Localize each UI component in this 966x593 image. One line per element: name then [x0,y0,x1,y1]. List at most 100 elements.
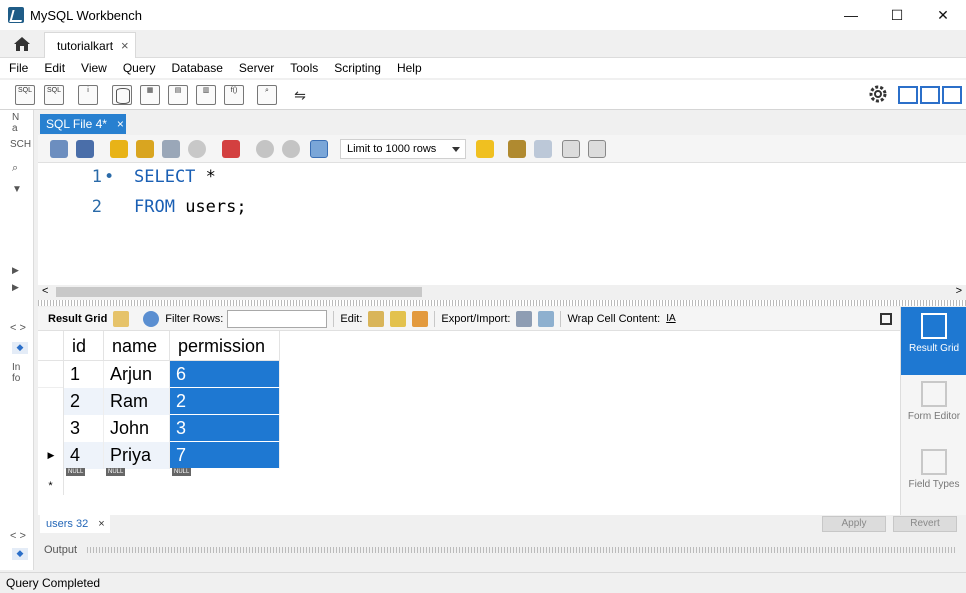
output-splitter[interactable] [87,547,956,553]
table-cell[interactable]: Arjun [104,361,170,388]
stop-icon[interactable] [188,140,206,158]
search-icon[interactable]: ⌕ [12,162,18,175]
create-function-icon[interactable]: f() [224,85,244,105]
execute-statement-icon[interactable] [136,140,154,158]
scroll-arrows-icon[interactable]: < > [10,322,26,334]
null-badge[interactable]: NULL [172,468,192,476]
close-tab-icon[interactable]: × [121,38,129,53]
editor-result-splitter[interactable] [38,300,966,306]
home-button[interactable] [4,30,40,58]
table-cell[interactable]: Priya [104,442,170,469]
create-procedure-icon[interactable]: ▥ [196,85,216,105]
maximize-button[interactable]: ☐ [874,0,920,30]
scroll-arrows-icon[interactable]: < > [10,530,26,542]
row-header[interactable] [38,388,64,415]
open-sql-script-icon[interactable]: SQL [44,85,64,105]
edit-row-icon[interactable] [368,310,385,327]
navigator-sidebar-collapsed[interactable]: N a SCH ⌕ ▼ ▶ ▶ < > ◆ In fo < > ◆ [0,110,34,570]
new-row-marker[interactable]: * [38,477,64,495]
close-tab-icon[interactable]: × [98,518,104,530]
rollback-icon[interactable] [282,140,300,158]
toggle-panel-icon[interactable] [880,312,892,325]
table-cell[interactable]: 1 [64,361,104,388]
invisible-chars-icon[interactable] [562,140,580,158]
sql-editor[interactable]: 1 • SELECT * 2 FROM users; [38,163,966,285]
close-tab-icon[interactable]: × [117,117,124,131]
search-table-data-icon[interactable]: ⌕ [257,85,277,105]
grid-view-icon[interactable] [113,310,130,327]
open-folder-icon[interactable] [50,140,68,158]
new-sql-tab-icon[interactable]: SQL [15,85,35,105]
scroll-right-icon[interactable]: > [956,285,962,297]
settings-gear-icon[interactable] [868,84,888,104]
menu-database[interactable]: Database [164,61,231,75]
sql-file-tab[interactable]: SQL File 4* × [40,114,126,134]
menu-help[interactable]: Help [389,61,430,75]
menu-view[interactable]: View [73,61,115,75]
export-icon[interactable] [516,310,533,327]
delete-row-icon[interactable] [412,310,429,327]
column-header-name[interactable]: name [104,331,170,361]
beautify-icon[interactable] [508,140,526,158]
commit-icon[interactable] [256,140,274,158]
add-snippet-icon[interactable] [476,140,494,158]
result-grid[interactable]: id name permission 1 Arjun 6 2 Ram 2 3 J… [38,331,900,515]
reconnect-icon[interactable]: ⇋ [290,85,310,105]
table-cell[interactable]: John [104,415,170,442]
save-icon[interactable] [76,140,94,158]
scrollbar-thumb[interactable] [56,287,422,297]
form-editor-panel-button[interactable]: Form Editor [901,375,966,443]
table-cell[interactable]: 2 [170,388,280,415]
limit-rows-select[interactable]: Limit to 1000 rows [340,139,466,159]
menu-edit[interactable]: Edit [36,61,73,75]
create-table-icon[interactable]: ▦ [140,85,160,105]
insert-row-icon[interactable] [390,310,407,327]
execute-icon[interactable] [110,140,128,158]
info-toggle-icon[interactable]: ◆ [12,342,28,354]
menu-tools[interactable]: Tools [282,61,326,75]
explain-icon[interactable] [162,140,180,158]
current-row-marker-icon[interactable]: ▶ [38,442,64,469]
toggle-sidebar-icon[interactable] [898,86,918,104]
inspector-icon[interactable]: i [78,85,98,105]
menu-file[interactable]: File [0,61,36,75]
table-cell[interactable]: 2 [64,388,104,415]
column-header-id[interactable]: id [64,331,104,361]
field-types-panel-button[interactable]: Field Types [901,443,966,511]
toggle-error-icon[interactable] [222,140,240,158]
table-cell[interactable]: 6 [170,361,280,388]
table-cell[interactable]: 7 [170,442,280,469]
menu-query[interactable]: Query [115,61,164,75]
result-grid-panel-button[interactable]: Result Grid [901,307,966,375]
menu-server[interactable]: Server [231,61,282,75]
scroll-left-icon[interactable]: < [42,285,48,297]
revert-button[interactable]: Revert [893,516,957,532]
expand-arrow-icon[interactable]: ▼ [12,184,22,195]
import-icon[interactable] [538,310,555,327]
table-cell[interactable]: 3 [170,415,280,442]
filter-rows-input[interactable] [227,309,328,328]
apply-button[interactable]: Apply [822,516,886,532]
output-panel-header[interactable]: Output [38,540,966,560]
editor-horizontal-scrollbar[interactable]: < > [38,285,966,299]
word-wrap-icon[interactable] [588,140,606,158]
table-cell[interactable]: 3 [64,415,104,442]
minimize-button[interactable]: — [828,0,874,30]
autocommit-icon[interactable] [310,140,328,158]
toggle-output-icon[interactable] [920,86,940,104]
create-schema-icon[interactable] [112,85,132,105]
wrap-text-icon[interactable]: IA [666,313,675,324]
toggle-secondary-sidebar-icon[interactable] [942,86,962,104]
collapse-arrow-icon[interactable]: ▶ [12,282,19,293]
row-header[interactable] [38,361,64,388]
menu-scripting[interactable]: Scripting [326,61,389,75]
close-button[interactable]: ✕ [920,0,966,30]
output-toggle-icon[interactable]: ◆ [12,548,28,560]
create-view-icon[interactable]: ▤ [168,85,188,105]
null-badge[interactable]: NULL [66,468,86,476]
table-cell[interactable]: 4 [64,442,104,469]
row-header[interactable] [38,415,64,442]
connection-tab[interactable]: tutorialkart × [44,32,136,58]
refresh-icon[interactable] [143,310,160,327]
result-tab[interactable]: users 32 × [40,515,110,533]
